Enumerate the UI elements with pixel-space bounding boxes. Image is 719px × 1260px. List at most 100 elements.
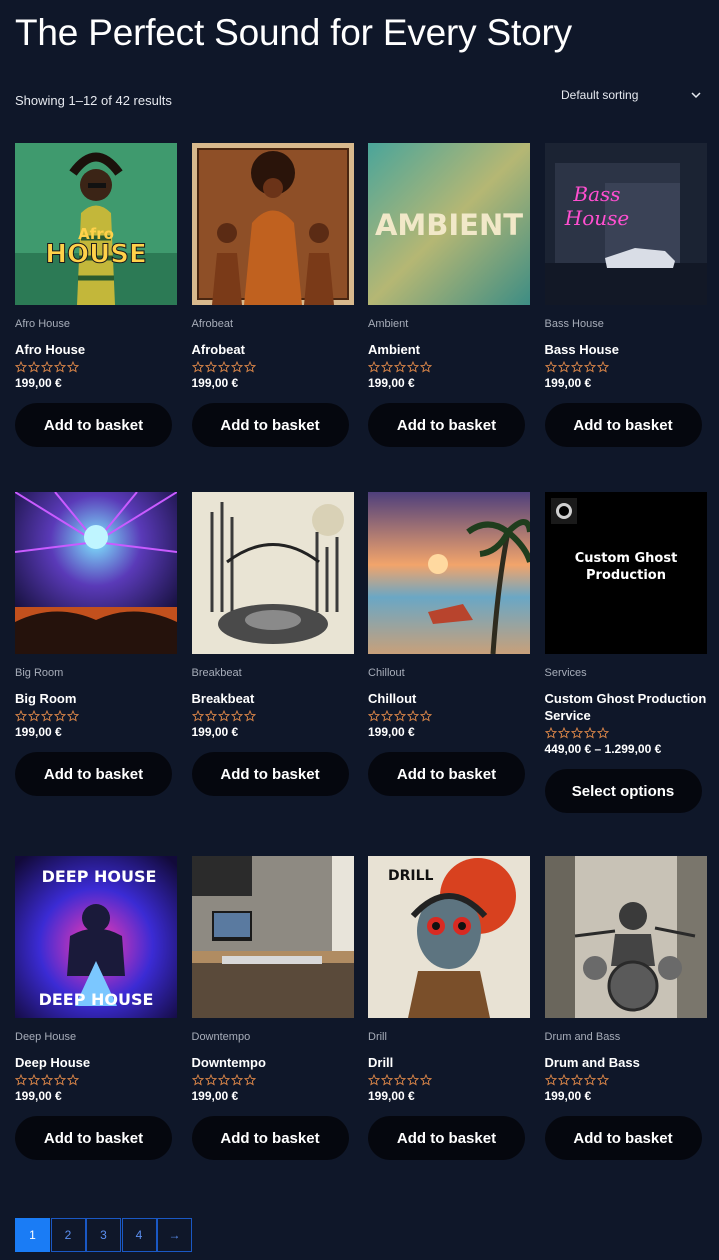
product-thumbnail[interactable] [191, 492, 354, 654]
star-rating [191, 710, 354, 723]
product-card: DRILL Drill Drill 199,00 € Add to basket [368, 856, 530, 1205]
product-card: Afro HOUSE Afro House Afro House 199,00 … [15, 143, 177, 492]
product-thumbnail[interactable] [191, 143, 354, 305]
product-category: Deep House [15, 1031, 77, 1043]
product-name[interactable]: Drum and Bass [545, 1054, 707, 1071]
star-icon [544, 727, 557, 739]
star-icon [557, 727, 570, 739]
star-icon [67, 361, 79, 373]
sorting-select[interactable]: Default sorting [548, 80, 710, 110]
add-to-basket-button[interactable]: Add to basket [15, 752, 172, 796]
product-price: 199,00 € [368, 1089, 415, 1103]
add-to-basket-button[interactable]: Add to basket [544, 403, 702, 447]
product-category: Chillout [368, 667, 405, 679]
star-icon [544, 1074, 557, 1086]
product-name[interactable]: Bass House [545, 341, 707, 358]
product-name[interactable]: Ambient [368, 341, 530, 358]
product-card: Drum and Bass Drum and Bass 199,00 € Add… [544, 856, 707, 1205]
product-thumbnail[interactable]: DRILL [368, 856, 530, 1018]
select-options-button[interactable]: Select options [544, 769, 702, 813]
product-thumbnail[interactable]: DEEP HOUSE DEEP HOUSE [15, 856, 177, 1018]
star-rating [368, 361, 530, 374]
star-icon [570, 727, 583, 739]
product-thumbnail[interactable] [368, 492, 530, 654]
product-name[interactable]: Downtempo [192, 1054, 354, 1071]
star-icon [217, 361, 230, 373]
product-category: Bass House [544, 318, 604, 330]
add-to-basket-button[interactable]: Add to basket [15, 403, 172, 447]
product-name[interactable]: Breakbeat [192, 690, 354, 707]
star-icon [368, 1074, 380, 1086]
star-icon [544, 361, 557, 373]
product-thumbnail[interactable]: AMBIENT [368, 143, 530, 305]
product-name[interactable]: Afro House [15, 341, 177, 358]
product-category: Ambient [368, 318, 409, 330]
result-count: Showing 1–12 of 42 results [15, 93, 172, 108]
add-to-basket-button[interactable]: Add to basket [368, 752, 525, 796]
product-name[interactable]: Drill [368, 1054, 530, 1071]
star-icon [243, 361, 256, 373]
add-to-basket-button[interactable]: Add to basket [368, 1116, 525, 1160]
add-to-basket-button[interactable]: Add to basket [544, 1116, 702, 1160]
pagination-page-4[interactable]: 4 [121, 1218, 157, 1252]
star-icon [54, 710, 66, 722]
star-icon [217, 710, 230, 722]
product-price: 199,00 € [368, 376, 415, 390]
star-icon [596, 361, 609, 373]
product-category: Afrobeat [191, 318, 234, 330]
add-to-basket-button[interactable]: Add to basket [191, 752, 349, 796]
add-to-basket-button[interactable]: Add to basket [191, 403, 349, 447]
product-card: Chillout Chillout 199,00 € Add to basket [368, 492, 530, 856]
product-thumbnail[interactable]: Custom Ghost Production [544, 492, 707, 654]
product-thumbnail[interactable]: Afro HOUSE [15, 143, 177, 305]
svg-text:DEEP HOUSE: DEEP HOUSE [39, 990, 154, 1009]
product-category: Services [544, 667, 587, 679]
product-thumbnail[interactable] [191, 856, 354, 1018]
product-name[interactable]: Afrobeat [192, 341, 354, 358]
add-to-basket-button[interactable]: Add to basket [15, 1116, 172, 1160]
star-icon [583, 1074, 596, 1086]
star-rating [368, 710, 530, 723]
pagination: 1 2 3 4 → [15, 1218, 193, 1252]
star-icon [381, 361, 393, 373]
pagination-page-1[interactable]: 1 [15, 1218, 50, 1252]
product-name[interactable]: Chillout [368, 690, 530, 707]
star-icon [243, 1074, 256, 1086]
svg-text:Bass: Bass [572, 182, 620, 206]
star-icon [28, 361, 40, 373]
svg-text:AMBIENT: AMBIENT [375, 208, 523, 242]
star-icon [394, 361, 406, 373]
star-rating [544, 727, 707, 740]
svg-text:Production: Production [586, 568, 666, 583]
star-icon [191, 361, 204, 373]
star-icon [67, 1074, 79, 1086]
star-rating [191, 361, 354, 374]
product-price: 199,00 € [191, 1089, 239, 1103]
star-icon [204, 1074, 217, 1086]
star-rating [191, 1074, 354, 1087]
product-price: 199,00 € [15, 1089, 62, 1103]
star-rating [544, 1074, 707, 1087]
star-icon [381, 1074, 393, 1086]
pagination-next-button[interactable]: → [157, 1218, 192, 1252]
star-rating [15, 1074, 177, 1087]
product-name[interactable]: Custom Ghost Production Service [545, 690, 707, 724]
product-price: 199,00 € [544, 376, 592, 390]
pagination-page-2[interactable]: 2 [50, 1218, 86, 1252]
product-name[interactable]: Deep House [15, 1054, 177, 1071]
product-thumbnail[interactable]: Bass House [544, 143, 707, 305]
product-card: Downtempo Downtempo 199,00 € Add to bask… [191, 856, 354, 1205]
star-icon [420, 710, 432, 722]
product-thumbnail[interactable] [15, 492, 177, 654]
add-to-basket-button[interactable]: Add to basket [191, 1116, 349, 1160]
product-price: 199,00 € [368, 725, 415, 739]
star-rating [544, 361, 707, 374]
star-icon [596, 1074, 609, 1086]
product-name[interactable]: Big Room [15, 690, 177, 707]
svg-text:DRILL: DRILL [388, 868, 434, 884]
star-icon [570, 1074, 583, 1086]
star-icon [41, 710, 53, 722]
pagination-page-3[interactable]: 3 [86, 1218, 121, 1252]
add-to-basket-button[interactable]: Add to basket [368, 403, 525, 447]
product-thumbnail[interactable] [544, 856, 707, 1018]
